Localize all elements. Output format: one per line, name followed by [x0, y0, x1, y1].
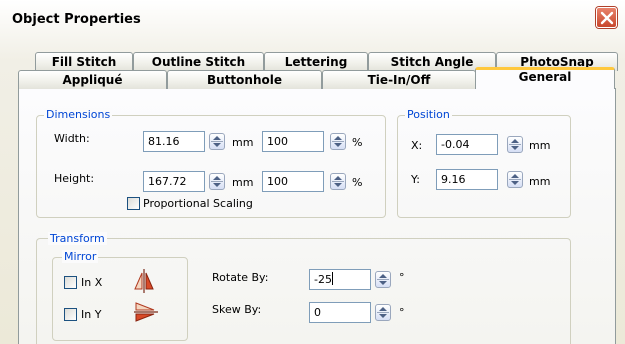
- y-position-field[interactable]: 9.16: [436, 169, 498, 190]
- tab-label: General: [518, 70, 572, 84]
- x-position-field[interactable]: -0.04: [436, 134, 498, 155]
- width-unit: mm: [232, 136, 254, 149]
- tab-applique[interactable]: Appliqué: [18, 70, 167, 89]
- skew-by-spinner[interactable]: [375, 304, 391, 321]
- height-unit: mm: [232, 176, 254, 189]
- x-label: X:: [411, 139, 423, 152]
- y-unit: mm: [529, 175, 551, 188]
- dialog-title: Object Properties: [12, 12, 141, 27]
- x-position-spinner[interactable]: [507, 136, 523, 153]
- mirror-group: [52, 257, 188, 341]
- mirror-in-x-checkbox[interactable]: [64, 276, 77, 289]
- rotate-degree-unit: °: [399, 271, 405, 284]
- tab-label: Outline Stitch: [151, 55, 246, 69]
- height-field[interactable]: 167.72: [143, 171, 205, 192]
- mirror-in-y-checkbox[interactable]: [64, 308, 77, 321]
- text-caret: [331, 272, 333, 285]
- width-label: Width:: [54, 132, 90, 145]
- y-label: Y:: [411, 173, 420, 186]
- position-group: [397, 115, 571, 218]
- height-spinner[interactable]: [209, 173, 225, 190]
- rotate-by-label: Rotate By:: [212, 271, 269, 284]
- height-label: Height:: [54, 172, 95, 185]
- mirror-horizontal-icon[interactable]: [132, 268, 156, 294]
- close-icon: [600, 11, 614, 25]
- skew-by-label: Skew By:: [212, 303, 262, 316]
- tab-lettering[interactable]: Lettering: [264, 52, 368, 71]
- proportional-scaling-label: Proportional Scaling: [143, 197, 253, 210]
- tab-label: Buttonhole: [207, 73, 282, 87]
- dimensions-legend: Dimensions: [44, 108, 113, 121]
- tab-label: Fill Stitch: [51, 55, 117, 69]
- x-unit: mm: [529, 139, 551, 152]
- tab-fill-stitch[interactable]: Fill Stitch: [35, 52, 133, 71]
- width-percent-field[interactable]: 100: [262, 131, 324, 152]
- transform-legend: Transform: [48, 232, 107, 245]
- width-percent-spinner[interactable]: [330, 133, 346, 150]
- tab-label: Stitch Angle: [390, 55, 474, 69]
- tab-general[interactable]: General: [475, 67, 615, 89]
- width-spinner[interactable]: [209, 133, 225, 150]
- width-field[interactable]: 81.16: [143, 131, 205, 152]
- tab-label: Appliqué: [62, 73, 123, 87]
- mirror-legend: Mirror: [62, 250, 99, 263]
- position-legend: Position: [405, 108, 452, 121]
- title-bar[interactable]: Object Properties: [0, 0, 625, 40]
- height-percent-spinner[interactable]: [330, 173, 346, 190]
- height-percent-unit: %: [352, 176, 363, 189]
- rotate-by-field[interactable]: -25: [309, 269, 371, 290]
- rotate-by-spinner[interactable]: [375, 271, 391, 288]
- skew-by-field[interactable]: 0: [309, 302, 371, 323]
- tab-label: Tie-In/Off: [367, 73, 431, 87]
- skew-degree-unit: °: [399, 306, 405, 319]
- rotate-by-value: -25: [314, 273, 332, 286]
- object-properties-dialog: Object Properties Fill Stitch Outline St…: [0, 0, 625, 344]
- height-percent-field[interactable]: 100: [262, 171, 324, 192]
- mirror-in-x-label: In X: [81, 276, 103, 289]
- tab-tie-in-off[interactable]: Tie-In/Off: [322, 70, 476, 89]
- tab-buttonhole[interactable]: Buttonhole: [167, 70, 322, 89]
- tab-outline-stitch[interactable]: Outline Stitch: [133, 52, 264, 71]
- close-button[interactable]: [596, 7, 617, 28]
- mirror-vertical-icon[interactable]: [133, 300, 159, 324]
- tab-label: Lettering: [284, 55, 348, 69]
- mirror-in-y-label: In Y: [81, 308, 102, 321]
- width-percent-unit: %: [352, 136, 363, 149]
- proportional-scaling-checkbox[interactable]: [127, 197, 140, 210]
- y-position-spinner[interactable]: [507, 171, 523, 188]
